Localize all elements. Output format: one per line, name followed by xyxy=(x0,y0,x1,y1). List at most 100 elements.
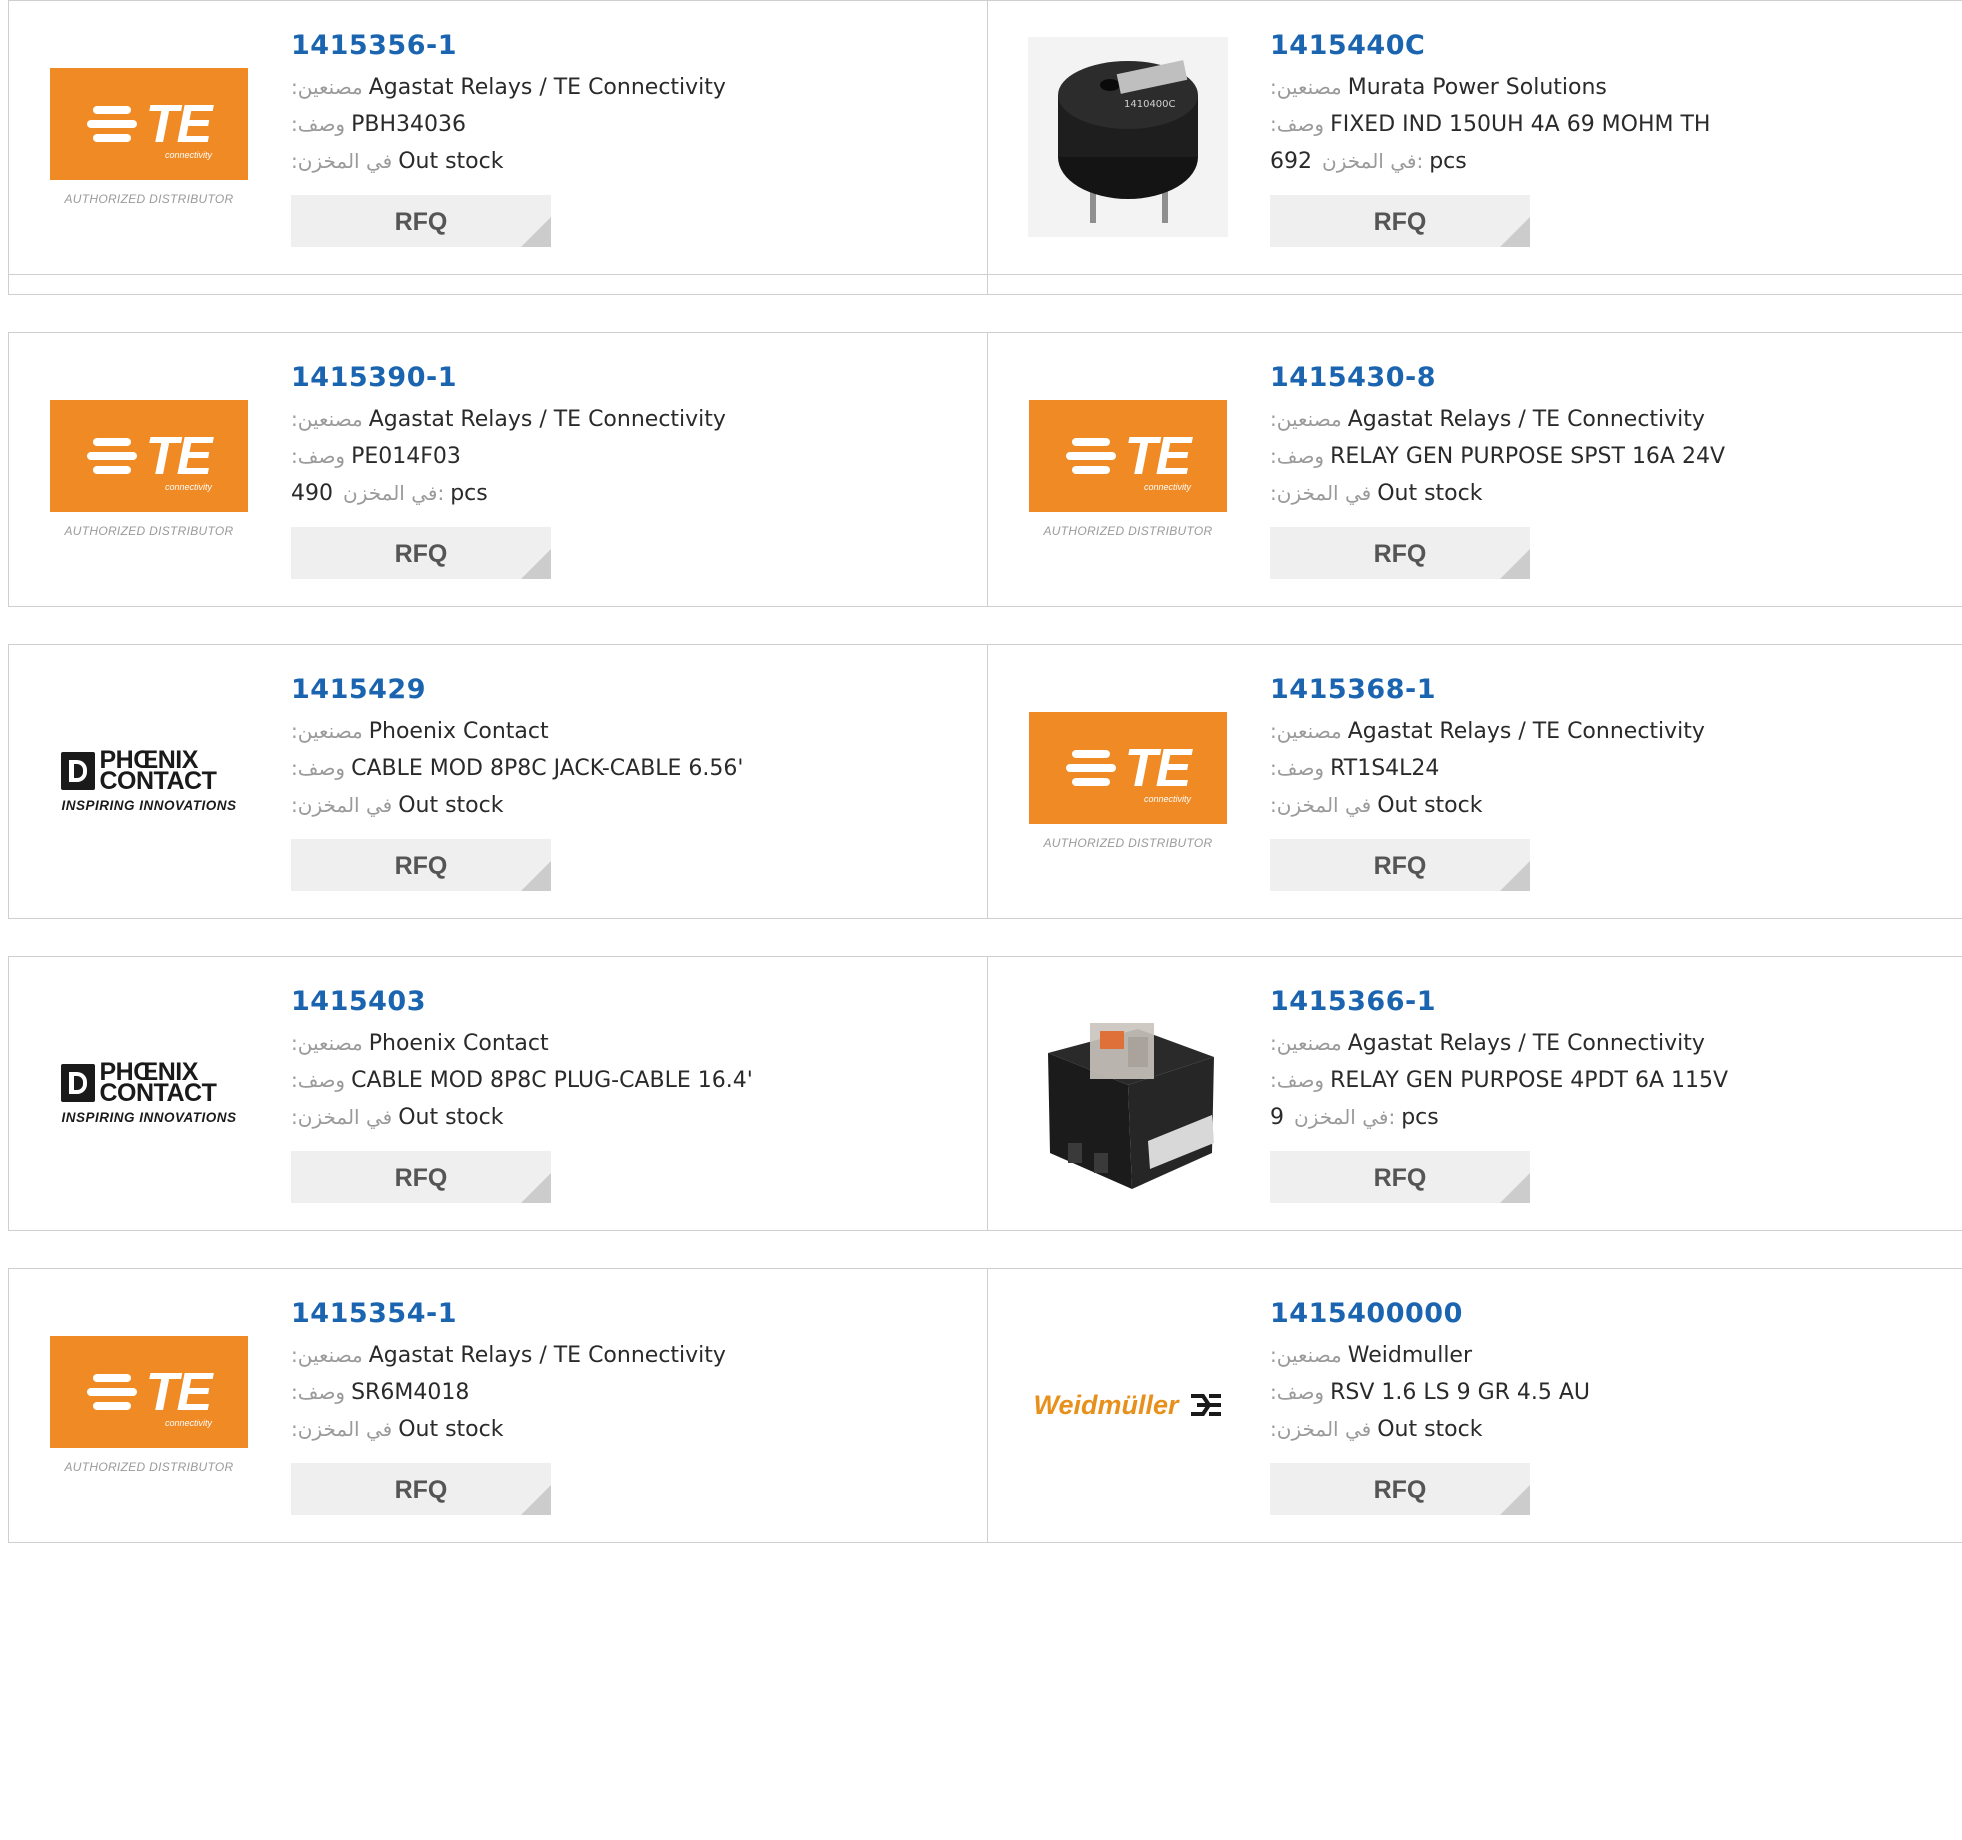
part-number-link[interactable]: 1415368-1 xyxy=(1270,673,1962,707)
product-image[interactable]: PHŒNIXCONTACT INSPIRING INNOVATIONS xyxy=(49,993,249,1193)
te-logo-badge: TE connectivity xyxy=(50,1336,248,1448)
description-row: :وصف RELAY GEN PURPOSE 4PDT 6A 115V xyxy=(1270,1068,1962,1105)
authorized-distributor-text: AUTHORIZED DISTRIBUTOR xyxy=(64,524,234,538)
product-image[interactable]: Weidmüller xyxy=(1028,1305,1228,1505)
product-image[interactable]: TE connectivity AUTHORIZED DISTRIBUTOR xyxy=(49,37,249,237)
description-value: SR6M4018 xyxy=(351,1380,470,1405)
rfq-button[interactable]: RFQ xyxy=(291,1463,551,1515)
rfq-button[interactable]: RFQ xyxy=(291,195,551,247)
rfq-corner-icon xyxy=(1500,1173,1530,1203)
te-logo-mark: TE xyxy=(1066,429,1192,483)
phoenix-logo-line2: CONTACT xyxy=(99,766,217,795)
manufacturer-value: Agastat Relays / TE Connectivity xyxy=(1347,407,1705,432)
manufacturer-row: :مصنعينAgastat Relays / TE Connectivity xyxy=(1270,1031,1962,1068)
manufacturer-label: :مصنعين xyxy=(1270,719,1342,743)
te-connectivity-logo: TE connectivity AUTHORIZED DISTRIBUTOR xyxy=(49,68,249,206)
te-connectivity-logo: TE connectivity AUTHORIZED DISTRIBUTOR xyxy=(1028,400,1228,538)
stock-status: Out stock xyxy=(1377,481,1483,506)
te-logo-stripe xyxy=(1072,438,1111,446)
product-image[interactable]: TE connectivity AUTHORIZED DISTRIBUTOR xyxy=(1028,369,1228,569)
part-number-link[interactable]: 1415354-1 xyxy=(291,1297,978,1331)
part-number-link[interactable]: 1415390-1 xyxy=(291,361,978,395)
part-number-link[interactable]: 1415400000 xyxy=(1270,1297,1962,1331)
description-label: :وصف xyxy=(1270,1380,1325,1404)
te-logo-subtext: connectivity xyxy=(1143,482,1191,492)
description-row: :وصف PE014F03 xyxy=(291,444,978,481)
product-image[interactable]: 1410400C xyxy=(1028,37,1228,237)
rfq-button[interactable]: RFQ xyxy=(1270,527,1530,579)
rfq-label: RFQ xyxy=(394,852,448,880)
te-logo-stripe xyxy=(1066,452,1117,460)
product-card: 1410400C 1415440C :مصنعين Murata Power Solu… xyxy=(987,0,1962,275)
rfq-label: RFQ xyxy=(394,1164,448,1192)
manufacturer-row: :مصنعينAgastat Relays / TE Connectivity xyxy=(1270,407,1962,444)
stock-row: 692 في المخزن: pcs xyxy=(1270,149,1962,186)
phoenix-logo-tagline: INSPIRING INNOVATIONS xyxy=(61,1109,237,1125)
part-number-link[interactable]: 1415430-8 xyxy=(1270,361,1962,395)
part-number-link[interactable]: 1415429 xyxy=(291,673,978,707)
rfq-button[interactable]: RFQ xyxy=(1270,839,1530,891)
authorized-distributor-text: AUTHORIZED DISTRIBUTOR xyxy=(1043,524,1213,538)
description-label: :وصف xyxy=(291,1068,346,1092)
product-info: 1415403:مصنعين Phoenix Contact:وصف CABLE M… xyxy=(291,985,978,1203)
te-logo-lines xyxy=(1066,750,1117,786)
description-label: :وصف xyxy=(1270,444,1325,468)
te-logo-lines xyxy=(87,106,138,142)
product-card: PHŒNIX CONTACT INSPIRING INNOVATIONS 141540… xyxy=(8,956,988,1231)
product-info: 1415429:مصنعين Phoenix Contact:وصف CABLE M… xyxy=(291,673,978,891)
rfq-button[interactable]: RFQ xyxy=(1270,1151,1530,1203)
product-card: TE connectivity AUTHORIZED DISTRIBUTOR 1415… xyxy=(8,332,988,607)
product-image[interactable]: TE connectivity AUTHORIZED DISTRIBUTOR xyxy=(49,1305,249,1505)
te-logo-lines xyxy=(87,1374,138,1410)
te-logo-badge: TE connectivity xyxy=(50,400,248,512)
te-logo-stripe xyxy=(93,1402,132,1410)
product-image[interactable]: TE connectivity AUTHORIZED DISTRIBUTOR xyxy=(49,369,249,569)
stock-unit: pcs xyxy=(1429,149,1467,174)
manufacturer-value: Agastat Relays / TE Connectivity xyxy=(368,75,726,100)
description-label: :وصف xyxy=(291,444,346,468)
stock-label: في المخزن: xyxy=(1294,1105,1396,1129)
te-logo-mark: TE xyxy=(87,97,213,151)
description-value: RELAY GEN PURPOSE SPST 16A 24V xyxy=(1330,444,1726,469)
rfq-corner-icon xyxy=(1500,1485,1530,1515)
manufacturer-label: :مصنعين xyxy=(1270,407,1342,431)
manufacturer-row: :مصنعينAgastat Relays / TE Connectivity xyxy=(291,1343,978,1380)
manufacturer-row: :مصنعينAgastat Relays / TE Connectivity xyxy=(1270,719,1962,756)
rfq-corner-icon xyxy=(521,549,551,579)
part-number-link[interactable]: 1415403 xyxy=(291,985,978,1019)
manufacturer-row: :مصنعينPhoenix Contact xyxy=(291,1031,978,1068)
stock-unit: pcs xyxy=(450,481,488,506)
rfq-button[interactable]: RFQ xyxy=(1270,195,1530,247)
part-number-link[interactable]: 1415440C xyxy=(1270,29,1962,63)
rfq-button[interactable]: RFQ xyxy=(291,1151,551,1203)
te-logo-stripe xyxy=(93,134,132,142)
product-image[interactable] xyxy=(1028,993,1228,1193)
rfq-button[interactable]: RFQ xyxy=(1270,1463,1530,1515)
manufacturer-row: :مصنعين Murata Power Solutions xyxy=(1270,75,1962,112)
part-number-link[interactable]: 1415356-1 xyxy=(291,29,978,63)
rfq-corner-icon xyxy=(1500,861,1530,891)
stock-status: Out stock xyxy=(1377,1417,1483,1442)
phoenix-logo-words: PHŒNIXCONTACT xyxy=(99,1059,217,1107)
rfq-button[interactable]: RFQ xyxy=(291,839,551,891)
stock-unit: pcs xyxy=(1401,1105,1439,1130)
description-label: :وصف xyxy=(291,112,346,136)
product-image[interactable]: PHŒNIXCONTACT INSPIRING INNOVATIONS xyxy=(49,681,249,881)
te-logo-subtext: connectivity xyxy=(164,1418,212,1428)
te-logo-subtext: connectivity xyxy=(164,482,212,492)
te-logo-stripe xyxy=(93,466,132,474)
part-number-link[interactable]: 1415366-1 xyxy=(1270,985,1962,1019)
product-info: 1415356-1:مصنعين Agastat Relays / TE Conn… xyxy=(291,29,978,247)
description-row: :وصف PBH34036 xyxy=(291,112,978,149)
rfq-button[interactable]: RFQ xyxy=(291,527,551,579)
product-image[interactable]: TE connectivity AUTHORIZED DISTRIBUTOR xyxy=(1028,681,1228,881)
manufacturer-value: Phoenix Contact xyxy=(368,1031,549,1056)
description-row: :وصفRELAY GEN PURPOSE SPST 16A 24V xyxy=(1270,444,1962,481)
manufacturer-label: :مصنعين xyxy=(291,719,363,743)
rfq-label: RFQ xyxy=(1373,1164,1427,1192)
weidmuller-mark-icon xyxy=(1189,1392,1223,1418)
description-label: :وصف xyxy=(1270,112,1325,136)
phoenix-logo-line2: CONTACT xyxy=(99,1078,217,1107)
product-card: TE connectivity AUTHORIZED DISTRIBUTOR 1415… xyxy=(987,332,1962,607)
stock-status: Out stock xyxy=(398,1105,504,1130)
